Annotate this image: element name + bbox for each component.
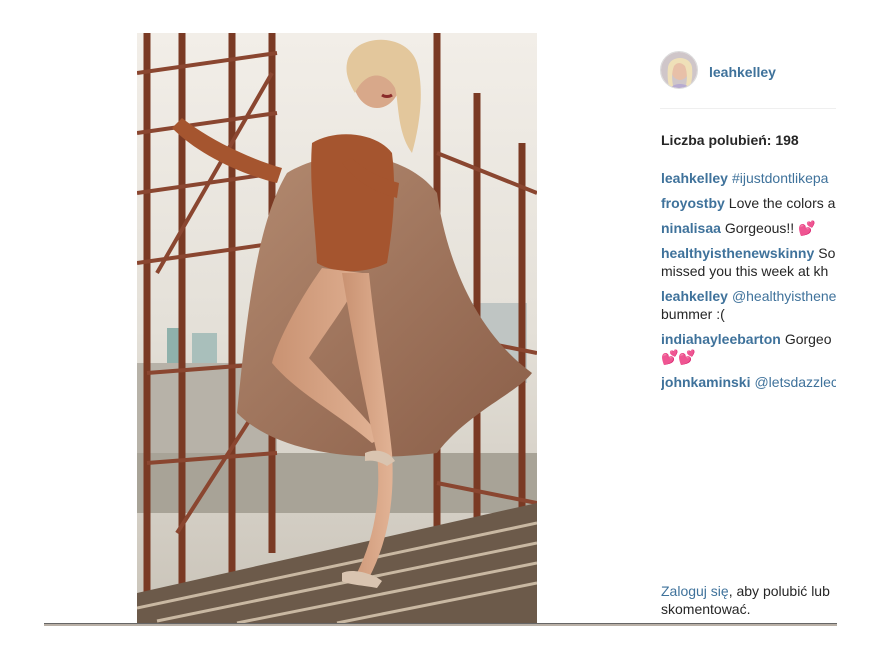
comment-item: healthyisthenewskinny So missed you this …: [661, 244, 836, 280]
comment-username[interactable]: froyostby: [661, 195, 725, 211]
comment-mention[interactable]: @letsdazzlec: [754, 374, 836, 390]
comment-item: johnkaminski @letsdazzlec: [661, 373, 836, 391]
comment-text: Gorgeous!! 💕: [724, 220, 816, 236]
comment-item: froyostby Love the colors a: [661, 194, 836, 212]
post-sidebar: leahkelley Liczba polubień: 198 leahkell…: [660, 50, 836, 624]
comment-text-continued: bummer :(: [661, 306, 725, 322]
login-link[interactable]: Zaloguj się: [661, 583, 729, 599]
post-author-username[interactable]: leahkelley: [709, 64, 776, 80]
comment-mention[interactable]: @healthyisthene: [732, 288, 836, 304]
login-prompt-text-continued: skomentować.: [661, 601, 751, 617]
comment-item: leahkelley @healthyisthene bummer :(: [661, 287, 836, 323]
comment-item: ninalisaa Gorgeous!! 💕: [661, 219, 836, 237]
comment-username[interactable]: healthyisthenewskinny: [661, 245, 814, 261]
comment-username[interactable]: ninalisaa: [661, 220, 721, 236]
likes-count[interactable]: Liczba polubień: 198: [661, 132, 799, 148]
post-photo-image: [137, 33, 537, 623]
bottom-divider-shadow: [44, 624, 837, 626]
comment-username[interactable]: johnkaminski: [661, 374, 750, 390]
comment-text: So: [818, 245, 836, 261]
comment-username[interactable]: leahkelley: [661, 170, 728, 186]
avatar-image: [661, 52, 697, 88]
comment-hashtag[interactable]: #ijustdontlikepa: [732, 170, 829, 186]
comment-item: indiahayleebarton Gorgeo 💕💕: [661, 330, 836, 366]
login-prompt: Zaloguj się, aby polubić lub skomentować…: [661, 582, 830, 618]
comment-username[interactable]: leahkelley: [661, 288, 728, 304]
comment-item: leahkelley #ijustdontlikepa: [661, 169, 836, 187]
divider: [660, 108, 836, 109]
comment-list: leahkelley #ijustdontlikepa froyostby Love…: [661, 169, 836, 398]
post-photo[interactable]: [137, 33, 537, 623]
comment-text-continued: 💕💕: [661, 349, 696, 365]
avatar[interactable]: [660, 51, 698, 89]
comment-text: Love the colors a: [728, 195, 836, 211]
comment-text: Gorgeo: [784, 331, 832, 347]
comment-text-continued: missed you this week at kh: [661, 263, 829, 279]
login-prompt-text: , aby polubić lub: [728, 583, 830, 599]
comment-username[interactable]: indiahayleebarton: [661, 331, 781, 347]
